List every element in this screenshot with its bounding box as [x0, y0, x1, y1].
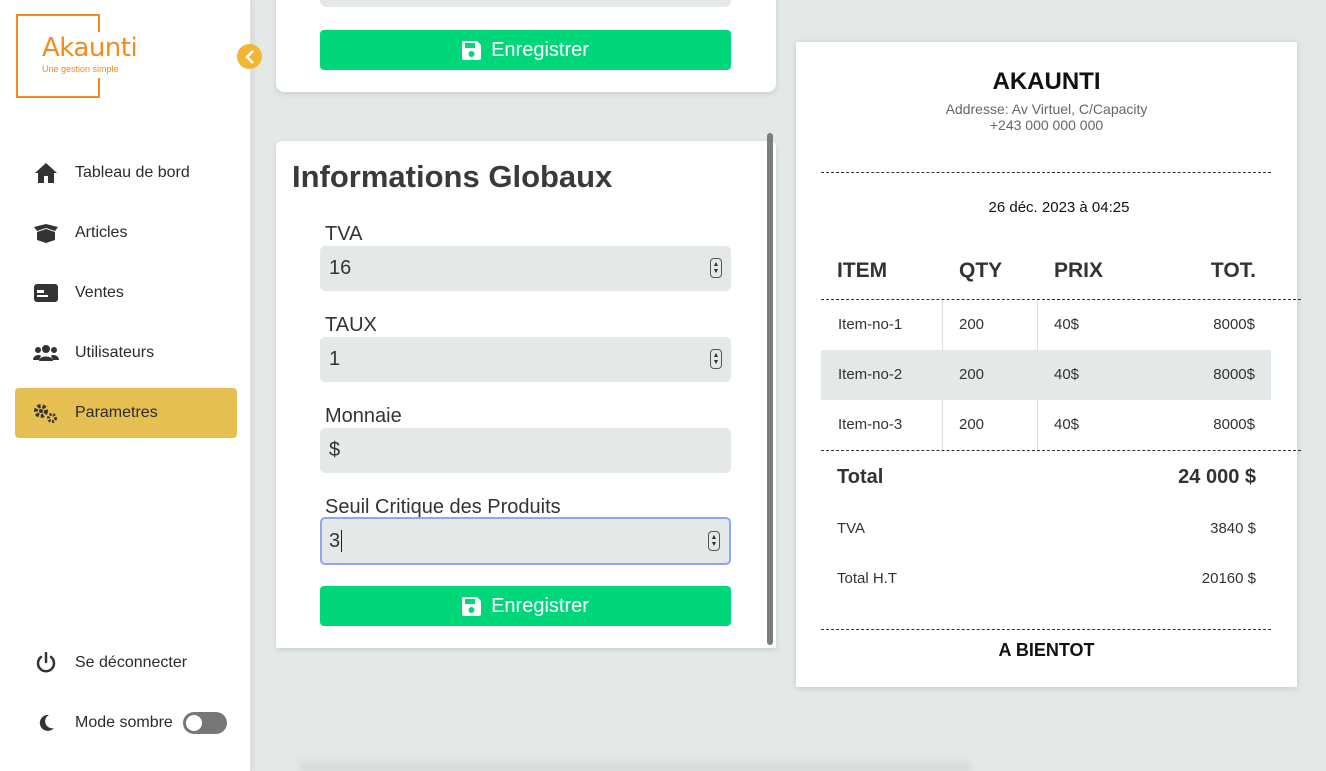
total-label: Total [837, 466, 884, 488]
monnaie-value: $ [329, 439, 341, 461]
power-icon [31, 652, 61, 674]
tva-sum-label: TVA [837, 520, 866, 537]
receipt-preview: AKAUNTI Addresse: Av Virtuel, C/Capacity… [796, 42, 1301, 687]
sidebar-item-label: Tableau de bord [75, 164, 190, 181]
sidebar-item-label: Parametres [75, 404, 158, 421]
sidebar-item-settings[interactable]: Parametres [15, 388, 237, 438]
row-qty: 200 [959, 316, 985, 333]
tva-value: 16 [329, 257, 352, 279]
users-icon [31, 344, 61, 362]
col-total: TOT. [1210, 259, 1256, 282]
sidebar-item-articles[interactable]: Articles [15, 208, 237, 258]
row-total: 8000$ [1213, 316, 1255, 333]
dark-mode-toggle[interactable] [182, 712, 227, 734]
divider [821, 450, 1301, 451]
dark-mode-label: Mode sombre [75, 714, 173, 731]
row-total: 8000$ [1213, 416, 1255, 433]
tva-label: TVA [325, 223, 363, 245]
home-icon [31, 162, 61, 184]
top-settings-card: Enregistrer [276, 0, 776, 92]
scrollbar[interactable] [767, 133, 773, 645]
input-field[interactable] [320, 0, 731, 7]
tva-input[interactable]: 16 ▲ ▼ [320, 246, 731, 291]
receipt-footer: A BIENTOT [998, 640, 1095, 660]
row-qty: 200 [959, 416, 985, 433]
monnaie-label: Monnaie [325, 405, 402, 427]
row-price: 40$ [1054, 316, 1080, 333]
sidebar-nav: Tableau de bord Articles Ventes Utilisat… [15, 148, 237, 448]
monnaie-input[interactable]: $ [320, 428, 731, 473]
sidebar-item-dashboard[interactable]: Tableau de bord [15, 148, 237, 198]
col-price: PRIX [1054, 259, 1104, 282]
floppy-icon [462, 596, 482, 616]
table-row: Item-no-1 200 40$ 8000$ [821, 300, 1271, 350]
number-spinner-icon[interactable]: ▲ ▼ [710, 349, 722, 369]
floppy-icon [462, 40, 482, 60]
divider [821, 172, 1271, 173]
sidebar-item-label: Ventes [75, 284, 124, 301]
ht-value: 20160 $ [1201, 570, 1256, 587]
table-row: Item-no-3 200 40$ 8000$ [821, 400, 1271, 450]
number-spinner-icon[interactable]: ▲ ▼ [710, 258, 722, 278]
receipt-company: AKAUNTI [992, 68, 1101, 95]
ht-label: Total H.T [837, 570, 898, 587]
sidebar-item-label: Articles [75, 224, 128, 241]
row-qty: 200 [959, 366, 985, 383]
seuil-label: Seuil Critique des Produits [325, 496, 561, 518]
receipt-address: Addresse: Av Virtuel, C/Capacity [945, 101, 1148, 117]
table-row: Item-no-2 200 40$ 8000$ [821, 350, 1271, 400]
seuil-input[interactable]: 3 ▲ ▼ [320, 517, 731, 565]
dark-mode-row: Mode sombre [15, 698, 237, 748]
receipt-date: 26 déc. 2023 à 04:25 [988, 199, 1130, 216]
seuil-value: 3 [329, 529, 341, 552]
row-price: 40$ [1054, 366, 1080, 383]
gears-icon [31, 403, 61, 423]
collapse-sidebar-button[interactable] [237, 44, 262, 69]
global-info-card: Informations Globaux TVA 16 ▲ ▼ TAUX 1 ▲ ▼… [276, 141, 776, 648]
card-title: Informations Globaux [292, 159, 613, 194]
save-button-label: Enregistrer [491, 38, 589, 61]
row-item: Item-no-2 [838, 366, 903, 383]
row-item: Item-no-3 [838, 416, 903, 433]
receipt-phone: +243 000 000 000 [989, 117, 1104, 133]
col-qty: QTY [959, 259, 1003, 282]
logout-button[interactable]: Se déconnecter [15, 638, 237, 688]
divider [821, 629, 1271, 630]
logo-tagline: Une gestion simple [42, 64, 119, 74]
card-icon [31, 284, 61, 302]
taux-input[interactable]: 1 ▲ ▼ [320, 337, 731, 382]
row-price: 40$ [1054, 416, 1080, 433]
chevron-left-icon [244, 49, 254, 64]
row-total: 8000$ [1213, 366, 1255, 383]
tva-sum-value: 3840 $ [1210, 520, 1256, 537]
sidebar-item-users[interactable]: Utilisateurs [15, 328, 237, 378]
taux-value: 1 [329, 348, 341, 370]
row-item: Item-no-1 [838, 316, 903, 333]
save-button[interactable]: Enregistrer [320, 586, 731, 626]
taux-label: TAUX [325, 314, 377, 336]
box-icon [31, 223, 61, 243]
total-value: 24 000 $ [1178, 466, 1256, 488]
moon-icon [31, 713, 61, 733]
save-button[interactable]: Enregistrer [320, 30, 731, 70]
col-item: ITEM [837, 259, 888, 282]
logout-label: Se déconnecter [75, 654, 188, 671]
sidebar-item-label: Utilisateurs [75, 344, 155, 361]
save-button-label: Enregistrer [491, 594, 589, 617]
sidebar-item-ventes[interactable]: Ventes [15, 268, 237, 318]
sidebar: Akaunti Une gestion simple Tableau de bo… [0, 0, 251, 771]
number-spinner-icon[interactable]: ▲ ▼ [708, 531, 720, 551]
logo-name: Akaunti [42, 33, 138, 63]
